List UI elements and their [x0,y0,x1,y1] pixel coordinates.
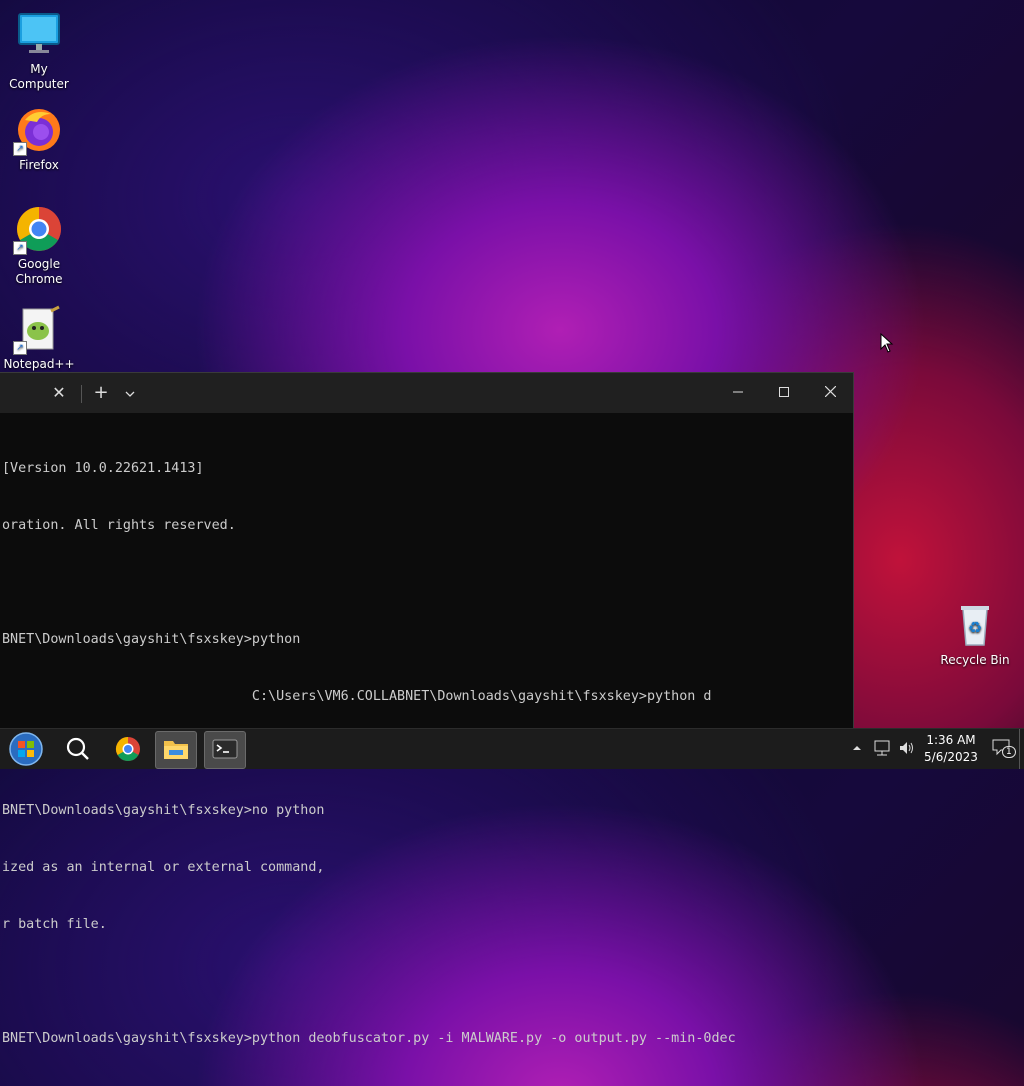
notification-count-badge: 1 [1002,746,1016,758]
desktop-icon-recycle-bin[interactable]: ♻ Recycle Bin [937,601,1013,668]
start-button[interactable] [6,731,46,767]
search-button[interactable] [58,731,98,767]
shortcut-arrow-icon: ↗ [13,341,27,355]
terminal-line: [Version 10.0.22621.1413] [2,461,204,476]
terminal-line: BNET\Downloads\gayshit\fsxskey>no python [2,803,325,818]
chevron-up-icon [853,746,861,750]
terminal-line: BNET\Downloads\gayshit\fsxskey>python [2,632,301,647]
chevron-down-icon [125,391,135,397]
clock-time: 1:36 AM [926,733,976,747]
taskbar-chrome-button[interactable] [108,731,148,767]
desktop-icon-label: Firefox [19,158,59,172]
close-icon [824,385,836,398]
recycle-bin-icon: ♻ [951,601,999,649]
maximize-button[interactable] [761,373,807,413]
search-icon [66,737,89,760]
notification-center-button[interactable]: 1 [992,738,1016,759]
network-icon [874,740,890,756]
desktop-icon-label: Recycle Bin [940,653,1010,667]
terminal-line: ized as an internal or external command, [2,860,325,875]
desktop-icon-label: My Computer [9,62,69,91]
new-tab-button[interactable]: + [90,382,112,404]
clock[interactable]: 1:36 AM 5/6/2023 [922,732,980,766]
shortcut-arrow-icon: ↗ [13,241,27,255]
clock-date: 5/6/2023 [924,750,978,764]
desktop-icon-label: Notepad++ [3,357,75,371]
maximize-icon [779,387,789,397]
volume-button[interactable] [898,739,916,760]
terminal-titlebar[interactable]: ✕ + [0,373,853,413]
taskbar: 1:36 AM 5/6/2023 1 [0,728,1024,769]
tab-divider [81,385,82,403]
taskbar-terminal-button[interactable] [204,731,246,769]
notepadpp-icon: ↗ [13,305,63,355]
terminal-icon [212,739,238,759]
close-button[interactable] [807,373,853,413]
terminal-line: r batch file. [2,917,107,932]
network-button[interactable] [873,739,891,760]
speaker-icon [900,742,913,754]
tab-close-button[interactable]: ✕ [48,382,70,404]
taskbar-file-explorer-button[interactable] [155,731,197,769]
show-hidden-icons-button[interactable] [852,741,862,755]
terminal-line: C:\Users\VM6.COLLABNET\Downloads\gayshit… [2,689,712,704]
terminal-input-line[interactable]: BNET\Downloads\gayshit\fsxskey>python de… [2,1029,853,1048]
terminal-window[interactable]: ✕ + [Version 10.0.22621.1413] oration. A… [0,372,854,1046]
terminal-line: oration. All rights reserved. [2,518,236,533]
folder-icon [164,741,188,759]
chrome-icon: ↗ [13,205,63,255]
show-desktop-button[interactable] [1019,729,1020,769]
mouse-cursor-icon [880,333,894,353]
chrome-icon [115,737,140,762]
svg-text:♻: ♻ [968,618,982,637]
desktop-icon-chrome[interactable]: ↗ Google Chrome [1,205,77,287]
monitor-icon [15,10,63,58]
firefox-icon: ↗ [13,106,63,156]
minimize-button[interactable] [715,373,761,413]
desktop-icon-label: Google Chrome [15,257,63,286]
windows-orb-icon [9,732,43,766]
desktop-icon-firefox[interactable]: ↗ Firefox [1,106,77,173]
shortcut-arrow-icon: ↗ [13,142,27,156]
minimize-icon [733,391,743,393]
desktop-icon-notepadpp[interactable]: ↗ Notepad++ [1,305,77,372]
desktop-icon-my-computer[interactable]: My Computer [1,10,77,92]
tab-dropdown-button[interactable] [120,382,140,404]
